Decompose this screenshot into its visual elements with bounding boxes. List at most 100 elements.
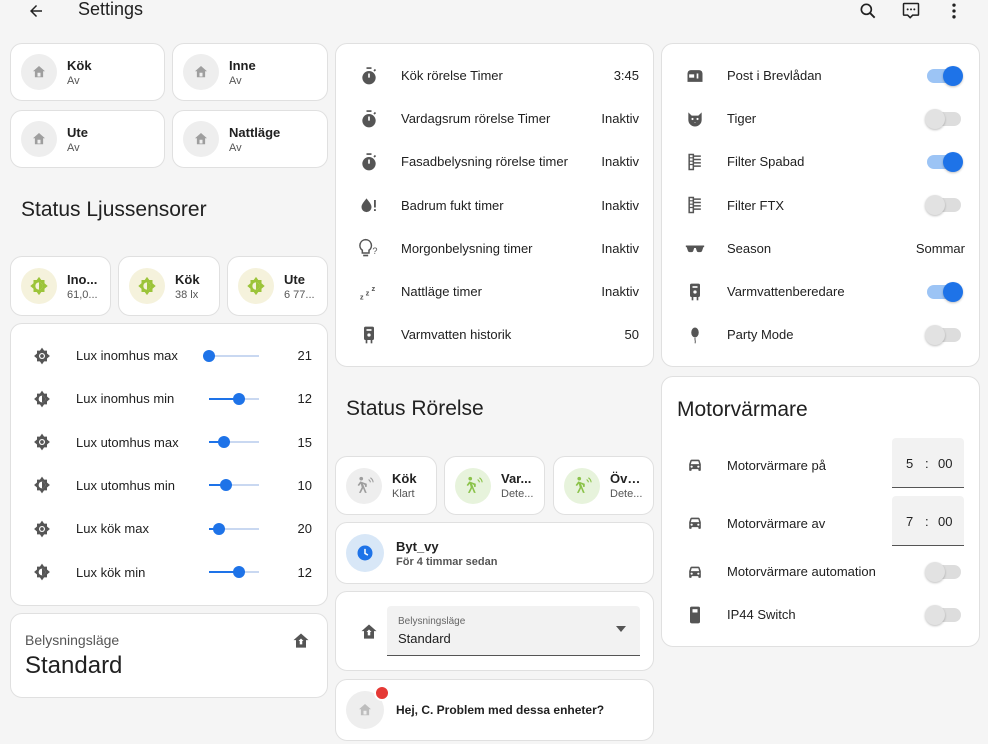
timer-label: Fasadbelysning rörelse timer: [401, 154, 568, 170]
home-icon: [183, 121, 219, 157]
home-icon: [183, 54, 219, 90]
water-boiler-icon: [358, 324, 380, 346]
switch-toggle[interactable]: [927, 151, 963, 172]
top-bar: Settings: [0, 0, 988, 24]
slider-thumb[interactable]: [220, 479, 232, 492]
slider-thumb[interactable]: [233, 392, 245, 405]
motion-tile[interactable]: Var... Dete...: [444, 456, 545, 515]
timer-label: Varmvatten historik: [401, 327, 512, 343]
lux-slider[interactable]: [203, 349, 259, 362]
lux-slider[interactable]: [209, 522, 259, 535]
slider-thumb[interactable]: [203, 349, 215, 362]
timer-label: Morgonbelysning timer: [401, 240, 533, 256]
light-sensor-tile[interactable]: Ute 6 77...: [227, 256, 328, 316]
timer-label: Badrum fukt timer: [401, 197, 504, 213]
more-menu-button[interactable]: [940, 0, 968, 22]
dots-vertical-icon: [952, 3, 956, 19]
brightness-half-icon: [31, 474, 53, 496]
mode-tile-ute[interactable]: Ute Av: [10, 110, 165, 168]
car-icon: [684, 512, 706, 534]
automation-toggle[interactable]: [925, 561, 961, 582]
timer-row[interactable]: Fasadbelysning rörelse timer Inaktiv: [336, 140, 653, 183]
svg-text:z: z: [360, 292, 364, 301]
motorvarmare-on-time-input[interactable]: 5 : 00: [892, 438, 964, 488]
motorvarmare-off-time-input[interactable]: 7 : 00: [892, 496, 964, 546]
lux-label: Lux utomhus min: [76, 477, 175, 493]
lux-value: 12: [297, 391, 312, 407]
toggles-card: Post i Brevlådan Tiger Filter Spabad Filter…: [661, 43, 980, 367]
hour-field[interactable]: 7: [906, 514, 913, 529]
belysning-select-card: Belysningsläge Standard: [335, 591, 654, 671]
motion-name: Öve...: [610, 471, 643, 486]
motorvarmare-automation-label: Motorvärmare automation: [727, 564, 876, 579]
motion-state: Dete...: [610, 488, 643, 500]
lux-label: Lux inomhus min: [76, 391, 175, 407]
motion-tile[interactable]: Öve... Dete...: [553, 456, 654, 515]
ip44-toggle[interactable]: [925, 604, 961, 625]
lux-slider[interactable]: [209, 566, 259, 578]
brightness-half-icon: [31, 388, 53, 410]
switch-toggle[interactable]: [925, 195, 961, 216]
timer-row[interactable]: Varmvatten historik 50: [336, 313, 653, 356]
light-sensor-tile[interactable]: Ino... 61,0...: [10, 256, 111, 316]
motorvarmare-card: Motorvärmare Motorvärmare på 5 : 00 Moto…: [661, 376, 980, 647]
tile-state: Av: [67, 74, 80, 87]
motion-state: Klart: [392, 488, 415, 500]
mode-tile-kok[interactable]: Kök Av: [10, 43, 165, 101]
mode-tile-nattlage[interactable]: Nattläge Av: [172, 110, 328, 168]
switch-toggle[interactable]: [925, 324, 961, 345]
brightness-icon: [31, 345, 53, 367]
timer-row[interactable]: Kök rörelse Timer 3:45: [336, 54, 653, 97]
timer-value: 50: [624, 327, 639, 343]
slider-thumb[interactable]: [213, 522, 225, 535]
timer-label: Vardagsrum rörelse Timer: [401, 111, 551, 127]
slider-thumb[interactable]: [233, 566, 245, 578]
lux-value: 12: [297, 564, 312, 580]
minute-field[interactable]: 00: [938, 514, 952, 529]
tile-state: Av: [229, 141, 242, 154]
timer-row[interactable]: ? Morgonbelysning timer Inaktiv: [336, 227, 653, 270]
lux-slider[interactable]: [209, 436, 259, 449]
search-button[interactable]: [854, 0, 882, 22]
slider-thumb[interactable]: [218, 436, 230, 449]
switch-label: Season: [727, 240, 772, 256]
timer-label: Kök rörelse Timer: [401, 68, 503, 83]
brightness-icon: [129, 268, 165, 304]
switch-toggle[interactable]: [927, 281, 963, 302]
minute-field[interactable]: 00: [938, 456, 952, 471]
back-button[interactable]: [22, 0, 50, 22]
switch-label: Filter Spabad: [727, 154, 805, 170]
motion-heading: Status Rörelse: [346, 397, 484, 420]
mode-tile-inne[interactable]: Inne Av: [172, 43, 328, 101]
bytvy-tile[interactable]: Byt_vy För 4 timmar sedan: [335, 522, 654, 584]
belysning-card[interactable]: Belysningsläge Standard: [10, 613, 328, 698]
lux-slider[interactable]: [209, 479, 259, 492]
timer-value: Inaktiv: [601, 154, 639, 170]
lux-slider[interactable]: [209, 392, 259, 405]
switch-label: Party Mode: [727, 327, 794, 343]
light-sensor-tile[interactable]: Kök 38 lx: [118, 256, 220, 316]
lux-row: Lux kök min 12: [11, 551, 327, 594]
motion-name: Var...: [501, 471, 532, 486]
brightness-icon: [21, 268, 57, 304]
tile-name: Kök: [67, 57, 92, 73]
hour-field[interactable]: 5: [906, 456, 913, 471]
timer-row[interactable]: z z z Nattläge timer Inaktiv: [336, 270, 653, 313]
belysning-select[interactable]: Belysningsläge Standard: [387, 606, 640, 656]
bytvy-title: Byt_vy: [396, 538, 439, 554]
assist-button[interactable]: [897, 0, 925, 22]
timer-row[interactable]: Badrum fukt timer Inaktiv: [336, 184, 653, 227]
water-boiler-icon: [684, 281, 706, 303]
season-value[interactable]: Sommar: [916, 241, 965, 256]
sensor-value: 61,0...: [67, 288, 98, 301]
switch-toggle[interactable]: [925, 108, 961, 129]
menu-down-icon: [616, 626, 626, 632]
tile-name: Inne: [229, 57, 256, 73]
sensor-name: Ute: [284, 271, 305, 287]
motion-tile[interactable]: Kök Klart: [335, 456, 437, 515]
timer-value: Inaktiv: [601, 284, 639, 299]
switch-toggle[interactable]: [927, 65, 963, 86]
comment-processing-icon: [902, 2, 920, 19]
problem-card[interactable]: Hej, C. Problem med dessa enheter?: [335, 679, 654, 741]
timer-row[interactable]: Vardagsrum rörelse Timer Inaktiv: [336, 97, 653, 140]
